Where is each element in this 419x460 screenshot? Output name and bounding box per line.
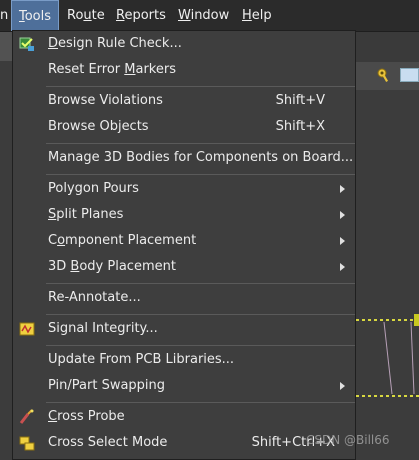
watermark: CSDN @Bill66 <box>306 433 390 447</box>
menu-route[interactable]: Route <box>67 0 105 31</box>
menu-item-reset-error-markers[interactable]: Reset Error Markers <box>13 57 355 83</box>
submenu-arrow-icon <box>340 382 345 390</box>
menu-item-cross-probe[interactable]: Cross Probe <box>13 404 355 430</box>
menu-item-3d-body-placement[interactable]: 3D Body Placement <box>13 254 355 280</box>
submenu-arrow-icon <box>340 185 345 193</box>
menu-item-cross-select-mode[interactable]: Cross Select Mode Shift+Ctrl+X <box>13 430 355 456</box>
menu-separator <box>46 402 355 403</box>
menu-item-browse-objects[interactable]: Browse Objects Shift+X <box>13 114 355 140</box>
menu-item-polygon-pours[interactable]: Polygon Pours <box>13 176 355 202</box>
menu-item-pin-part-swapping[interactable]: Pin/Part Swapping <box>13 373 355 399</box>
menu-item-re-annotate[interactable]: Re-Annotate... <box>13 285 355 311</box>
menu-file-partial[interactable]: n <box>0 0 8 31</box>
toolbar-widget[interactable] <box>400 68 419 82</box>
menu-bar: n Tools Route Reports Window Help <box>0 0 419 32</box>
pcb-canvas-left <box>0 61 12 460</box>
cross-select-icon <box>19 436 35 451</box>
menu-item-component-placement[interactable]: Component Placement <box>13 228 355 254</box>
menu-reports[interactable]: Reports <box>116 0 166 31</box>
menu-separator <box>46 283 355 284</box>
menu-item-update-from-pcb-libraries[interactable]: Update From PCB Libraries... <box>13 347 355 373</box>
menu-separator <box>46 86 355 87</box>
pcb-traces <box>356 314 419 397</box>
menu-item-design-rule-check[interactable]: Design Rule Check... <box>13 31 355 57</box>
submenu-arrow-icon <box>340 237 345 245</box>
signal-integrity-icon <box>19 322 35 336</box>
menu-separator <box>46 143 355 144</box>
menu-item-signal-integrity[interactable]: Signal Integrity... <box>13 316 355 342</box>
menu-separator <box>46 314 355 315</box>
submenu-arrow-icon <box>340 211 345 219</box>
menu-help[interactable]: Help <box>242 0 272 31</box>
menu-separator <box>46 174 355 175</box>
key-icon[interactable] <box>376 67 392 83</box>
design-rule-check-icon <box>19 37 34 51</box>
menu-separator <box>46 345 355 346</box>
cross-probe-icon <box>19 409 34 424</box>
menu-item-split-planes[interactable]: Split Planes <box>13 202 355 228</box>
submenu-arrow-icon <box>340 263 345 271</box>
tools-dropdown-menu: Design Rule Check... Reset Error Markers… <box>12 30 356 460</box>
menu-item-manage-3d-bodies[interactable]: Manage 3D Bodies for Components on Board… <box>13 145 355 171</box>
menu-window[interactable]: Window <box>178 0 229 31</box>
menu-tools[interactable]: Tools <box>11 0 59 31</box>
menu-item-browse-violations[interactable]: Browse Violations Shift+V <box>13 88 355 114</box>
